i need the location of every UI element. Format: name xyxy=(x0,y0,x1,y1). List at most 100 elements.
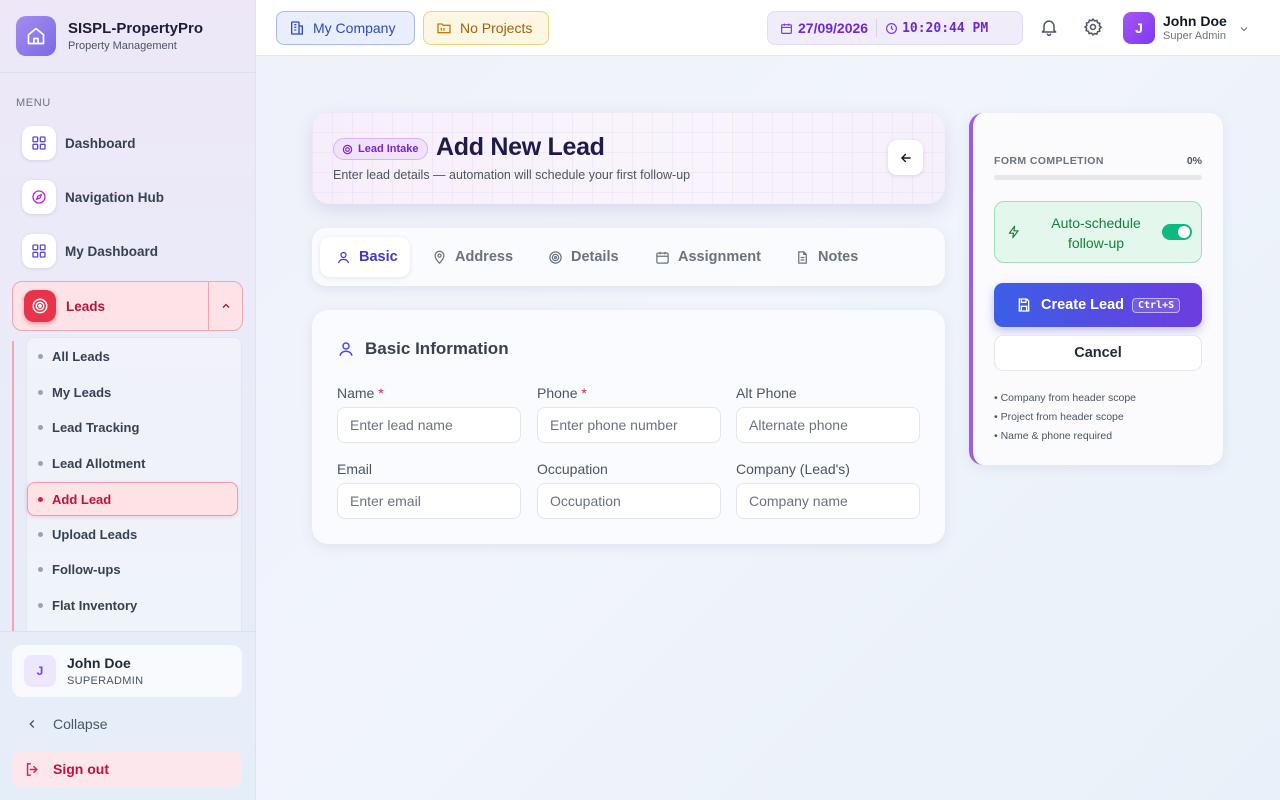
email-label: Email xyxy=(337,461,373,477)
chevron-left-icon xyxy=(29,720,35,728)
form-tabs: Basic Address Details Assignment Notes xyxy=(312,228,945,286)
create-lead-label: Create Lead xyxy=(1041,297,1125,313)
target-icon xyxy=(342,144,353,154)
brand-subtitle: Property Management xyxy=(68,40,177,52)
user-icon xyxy=(339,342,353,356)
auto-schedule-toggle[interactable] xyxy=(1162,224,1192,240)
sidebar-item-dashboard[interactable]: Dashboard xyxy=(22,126,136,160)
toggle-knob xyxy=(1178,226,1190,238)
name-label: Name * xyxy=(337,385,384,401)
phone-input[interactable] xyxy=(537,407,721,443)
building-icon xyxy=(291,21,303,35)
occupation-label: Occupation xyxy=(537,461,608,477)
create-lead-button[interactable]: Create Lead Ctrl+S xyxy=(994,283,1202,327)
submenu-item-flat-inventory[interactable]: Flat Inventory xyxy=(38,595,137,615)
header-user-role: Super Admin xyxy=(1163,30,1226,42)
submenu-rail xyxy=(12,341,14,631)
divider xyxy=(876,19,878,37)
map-pin-icon xyxy=(434,250,445,264)
alt-phone-input[interactable] xyxy=(736,407,920,443)
submenu-item-label: Lead Tracking xyxy=(52,419,140,435)
user-name: John Doe xyxy=(67,655,131,671)
collapse-label: Collapse xyxy=(53,716,108,732)
submenu-item-add-lead[interactable]: Add Lead xyxy=(27,482,238,516)
time-value: 10:20:44 PM xyxy=(902,20,989,36)
chevron-up-icon[interactable] xyxy=(220,299,232,317)
sidebar-item-leads[interactable]: Leads xyxy=(12,281,243,331)
back-button[interactable] xyxy=(888,140,923,175)
submenu-item-lead-tracking[interactable]: Lead Tracking xyxy=(38,417,139,437)
target-icon xyxy=(24,290,56,322)
hint-note: • Project from header scope xyxy=(994,411,1124,423)
sidebar-item-label: Dashboard xyxy=(65,135,136,151)
sidebar-user-card[interactable]: J John Doe SUPERADMIN xyxy=(12,645,242,697)
completion-progress-bar xyxy=(994,175,1202,180)
project-selector[interactable]: No Projects xyxy=(423,11,549,45)
collapse-button[interactable]: Collapse xyxy=(25,716,107,732)
name-input[interactable] xyxy=(337,407,521,443)
required-mark: * xyxy=(378,385,384,401)
submenu-item-upload-leads[interactable]: Upload Leads xyxy=(38,524,137,544)
brand[interactable]: SISPL-PropertyPro Property Management xyxy=(16,16,203,56)
submenu-item-all-leads[interactable]: All Leads xyxy=(38,346,110,366)
badge-label: Lead Intake xyxy=(358,143,419,155)
divider xyxy=(208,282,209,330)
tab-label: Address xyxy=(455,249,514,265)
name-label-text: Name xyxy=(337,385,375,401)
calendar-icon xyxy=(781,23,792,34)
clock-icon xyxy=(886,22,898,34)
project-label: No Projects xyxy=(460,20,533,36)
divider xyxy=(0,72,256,73)
tab-label: Basic xyxy=(359,249,398,265)
tab-notes[interactable]: Notes xyxy=(795,237,858,277)
bullet-icon xyxy=(38,531,43,537)
company-selector[interactable]: My Company xyxy=(276,11,415,45)
sidebar-item-label: Leads xyxy=(66,299,106,314)
occupation-input[interactable] xyxy=(537,483,721,519)
bullet-icon xyxy=(38,460,43,466)
submenu-item-label: Follow-ups xyxy=(52,561,121,577)
required-mark: * xyxy=(581,385,587,401)
submenu-item-my-leads[interactable]: My Leads xyxy=(38,382,111,402)
tab-details[interactable]: Details xyxy=(548,237,619,277)
cancel-button[interactable]: Cancel xyxy=(994,335,1202,371)
section-title-label: Basic Information xyxy=(365,339,509,358)
email-input[interactable] xyxy=(337,483,521,519)
logout-icon xyxy=(26,762,38,776)
bullet-icon xyxy=(38,497,43,502)
gear-icon[interactable] xyxy=(1083,17,1103,42)
home-icon xyxy=(16,16,56,56)
chevron-down-icon[interactable] xyxy=(1238,22,1250,40)
header-user-name[interactable]: John Doe xyxy=(1163,13,1227,29)
sidebar-item-label: Navigation Hub xyxy=(65,189,165,205)
tab-assignment[interactable]: Assignment xyxy=(655,237,761,277)
grid-icon xyxy=(22,234,56,268)
hint-note: • Name & phone required xyxy=(994,430,1113,442)
sign-out-label: Sign out xyxy=(53,761,109,777)
user-icon xyxy=(337,251,350,263)
company-input[interactable] xyxy=(736,483,920,519)
completion-percent: 0% xyxy=(1186,155,1202,167)
folder-icon xyxy=(437,23,451,34)
bullet-icon xyxy=(38,389,43,395)
phone-label-text: Phone xyxy=(537,385,578,401)
phone-label: Phone * xyxy=(537,385,587,401)
sidebar-item-my-dashboard[interactable]: My Dashboard xyxy=(22,234,158,268)
shortcut-hint: Ctrl+S xyxy=(1132,297,1181,313)
section-title: Basic Information xyxy=(337,339,509,359)
tab-address[interactable]: Address xyxy=(432,237,513,277)
lightning-icon xyxy=(1007,225,1021,244)
sign-out-button[interactable]: Sign out xyxy=(12,751,242,787)
target-icon xyxy=(549,250,562,264)
basic-info-card: Basic Information Name * Phone * Alt Pho… xyxy=(312,310,945,544)
submenu-item-lead-allotment[interactable]: Lead Allotment xyxy=(38,453,145,473)
grid-icon xyxy=(22,126,56,160)
submenu-item-label: My Leads xyxy=(52,384,112,400)
submenu-item-follow-ups[interactable]: Follow-ups xyxy=(38,559,121,579)
sidebar-item-navigation-hub[interactable]: Navigation Hub xyxy=(22,180,164,214)
submenu-item-label: Lead Allotment xyxy=(52,455,146,471)
bell-icon[interactable] xyxy=(1039,17,1059,42)
avatar[interactable]: J xyxy=(1123,12,1155,44)
tab-basic[interactable]: Basic xyxy=(320,237,410,277)
page-subtitle: Enter lead details — automation will sch… xyxy=(333,168,691,182)
